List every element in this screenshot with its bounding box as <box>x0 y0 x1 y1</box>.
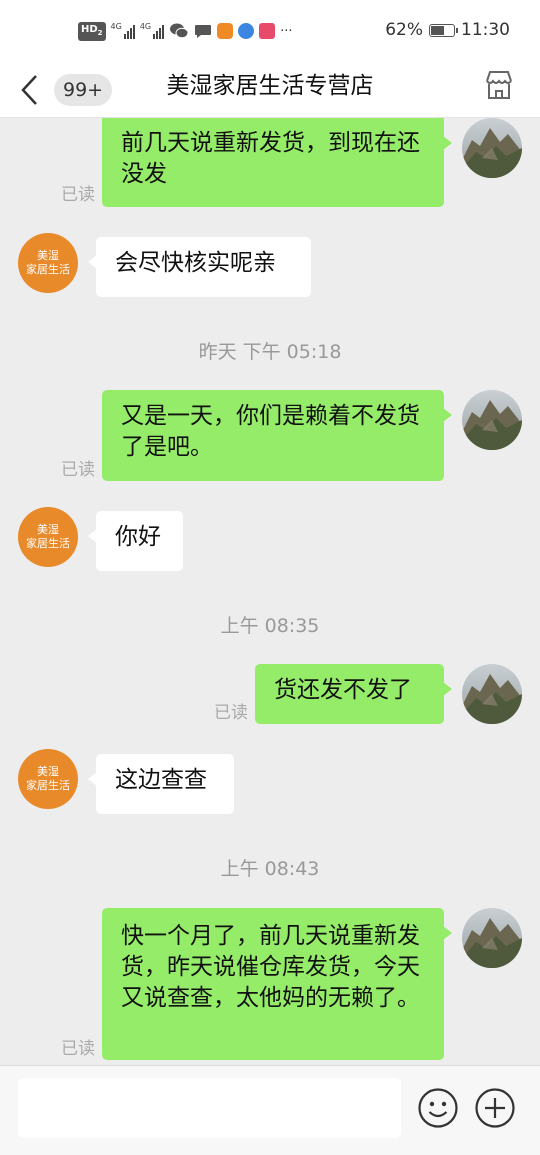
signal-icon: 4G <box>140 23 165 39</box>
message-input[interactable] <box>18 1078 401 1138</box>
input-bar <box>0 1065 540 1155</box>
read-receipt: 已读 <box>61 460 95 480</box>
emoji-icon[interactable] <box>417 1087 459 1129</box>
status-icons: HD2 4G 4G ··· <box>78 20 293 42</box>
timestamp: 昨天 下午 05:18 <box>198 341 342 363</box>
user-avatar[interactable] <box>462 664 522 724</box>
more-icon: ··· <box>280 23 293 39</box>
read-receipt: 已读 <box>61 1039 95 1059</box>
user-avatar[interactable] <box>462 908 522 968</box>
plus-circle-icon[interactable] <box>474 1087 516 1129</box>
browser-icon <box>238 23 255 39</box>
shop-title: 美湿家居生活专营店 <box>166 73 374 99</box>
user-avatar[interactable] <box>462 390 522 450</box>
chevron-left-icon[interactable] <box>16 68 46 112</box>
outgoing-message[interactable]: 前几天说重新发货，到现在还没发 <box>102 118 452 207</box>
battery-icon <box>429 23 458 37</box>
clock: 11:30 <box>461 20 510 40</box>
shop-avatar[interactable]: 美湿 家居生活 <box>18 233 78 293</box>
read-receipt: 已读 <box>61 185 95 205</box>
incoming-message[interactable]: 这边查查 <box>88 754 234 814</box>
battery-percent: 62% <box>385 20 423 40</box>
hd-icon: HD2 <box>78 21 106 41</box>
status-bar: HD2 4G 4G ··· 62% 11:30 <box>0 0 540 62</box>
store-icon[interactable] <box>482 68 516 102</box>
outgoing-message[interactable]: 快一个月了，前几天说重新发货，昨天说催仓库发货，今天又说查查，太他妈的无赖了。 <box>102 908 452 1060</box>
unread-count-badge[interactable]: 99+ <box>54 74 113 106</box>
signal-icon: 4G <box>111 23 135 39</box>
message-list[interactable]: 已读 前几天说重新发货，到现在还没发 美湿 家居生活 会尽快核实呢亲 昨天 下午… <box>0 118 540 1065</box>
wechat-icon <box>170 23 189 39</box>
outgoing-message[interactable]: 又是一天，你们是赖着不发货了是吧。 <box>102 390 452 481</box>
video-app-icon <box>217 23 234 39</box>
shopping-app-icon <box>259 23 276 39</box>
timestamp: 上午 08:35 <box>220 615 320 637</box>
message-icon <box>195 25 212 38</box>
outgoing-message[interactable]: 货还发不发了 <box>255 664 452 724</box>
chat-header: 99+ 美湿家居生活专营店 <box>0 62 540 118</box>
shop-avatar[interactable]: 美湿 家居生活 <box>18 507 78 567</box>
timestamp: 上午 08:43 <box>220 858 320 880</box>
user-avatar[interactable] <box>462 118 522 178</box>
read-receipt: 已读 <box>214 703 248 723</box>
incoming-message[interactable]: 会尽快核实呢亲 <box>88 237 311 297</box>
status-right: 62% 11:30 <box>385 20 510 40</box>
incoming-message[interactable]: 你好 <box>88 511 183 571</box>
shop-avatar[interactable]: 美湿 家居生活 <box>18 749 78 809</box>
